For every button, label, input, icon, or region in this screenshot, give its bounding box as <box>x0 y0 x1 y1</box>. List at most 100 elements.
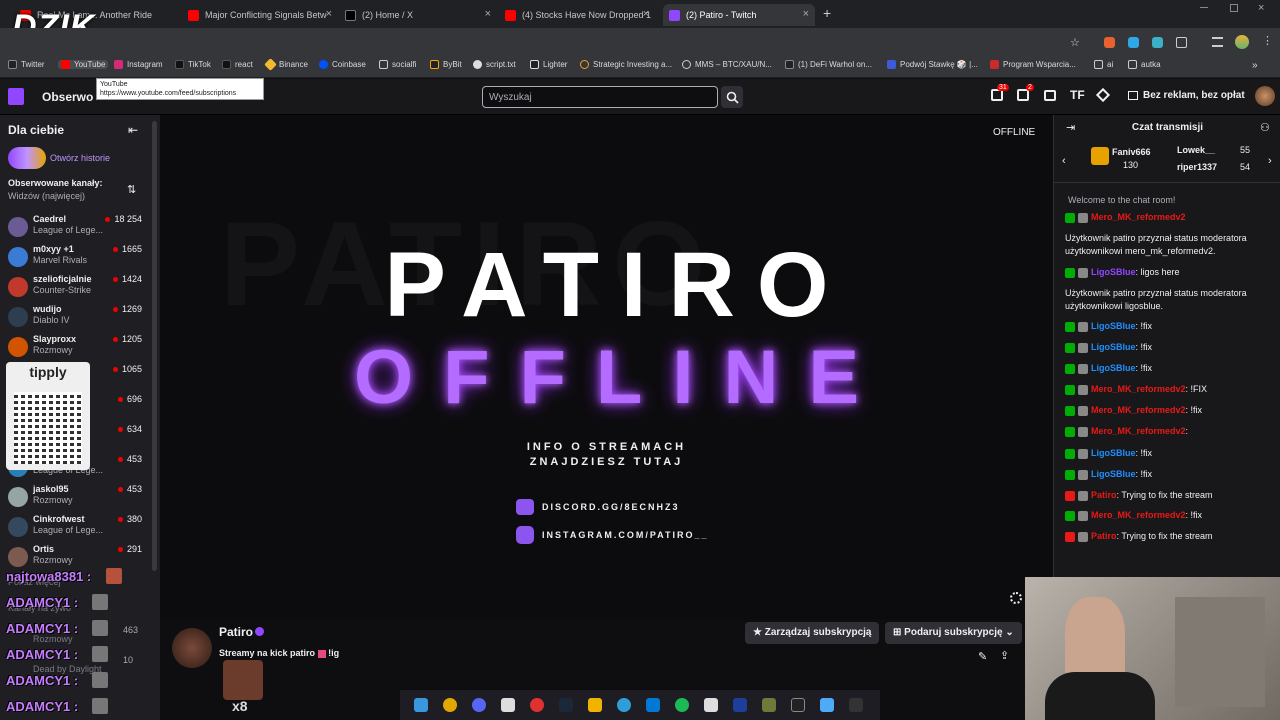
app-icon[interactable] <box>849 698 863 712</box>
app-icon[interactable] <box>530 698 544 712</box>
close-icon[interactable]: × <box>643 8 649 20</box>
more-bookmarks-icon[interactable]: » <box>1252 60 1258 71</box>
search-input[interactable]: Wyszukaj <box>482 86 718 108</box>
extension-icon[interactable] <box>1152 37 1163 48</box>
app-icon[interactable] <box>501 698 515 712</box>
more-icon[interactable]: ⋮ <box>1262 34 1273 47</box>
extension-icon[interactable] <box>1104 37 1115 48</box>
user-avatar[interactable] <box>1255 86 1275 106</box>
close-icon[interactable]: × <box>803 8 809 20</box>
chat-username[interactable]: LigoSBlue <box>1091 267 1136 277</box>
bookmark-twitter[interactable]: Twitter <box>8 60 45 69</box>
bookmark-coinbase[interactable]: Coinbase <box>319 60 366 69</box>
bookmark-podwoj[interactable]: Podwój Stawkę 🎲 |... <box>887 60 978 69</box>
bits-icon[interactable]: TF <box>1070 88 1085 102</box>
chat-username[interactable]: Patiro <box>1091 490 1117 500</box>
close-icon[interactable]: × <box>326 8 332 20</box>
chat-username[interactable]: Mero_MK_reformedv2 <box>1091 384 1186 394</box>
tab-twitch-patiro[interactable]: (2) Patiro - Twitch × <box>663 4 815 26</box>
sidebar-scrollbar[interactable] <box>152 121 157 571</box>
discord-icon[interactable] <box>472 698 486 712</box>
bookmark-ai[interactable]: ai <box>1094 60 1113 69</box>
close-icon[interactable]: × <box>485 8 491 20</box>
bookmark-tiktok[interactable]: TikTok <box>175 60 211 69</box>
chat-username[interactable]: LigoSBlue <box>1091 363 1136 373</box>
chat-users-icon[interactable]: ⚇ <box>1260 121 1270 134</box>
bookmark-autka[interactable]: autka <box>1128 60 1161 69</box>
chat-username[interactable]: LigoSBlue <box>1091 321 1136 331</box>
sidebar-channel[interactable]: jaskol95 Rozmowy 453 <box>0 483 150 513</box>
bookmark-youtube[interactable]: YouTube <box>58 60 109 69</box>
chat-username[interactable]: Mero_MK_reformedv2 <box>1091 405 1186 415</box>
edit-icon[interactable]: ✎ <box>978 650 987 663</box>
settings-gear-icon[interactable] <box>1010 592 1022 604</box>
sidebar-channel[interactable]: Cinkrofwest League of Lege... 380 <box>0 513 150 543</box>
channel-name[interactable]: Patiro <box>219 625 253 639</box>
bookmark-bybit[interactable]: ByBit <box>430 60 462 69</box>
nav-following[interactable]: Obserwo <box>42 90 93 104</box>
star-icon[interactable]: ☆ <box>1070 36 1080 49</box>
sidebar-channel[interactable]: m0xyy +1 Marvel Rivals 1665 <box>0 243 150 273</box>
video-player[interactable]: PATIRO OFFLINE PATIRO OFFLINE INFO O STR… <box>160 115 1053 620</box>
extension-icon[interactable] <box>1128 37 1139 48</box>
windows-start-icon[interactable] <box>414 698 428 712</box>
collapse-icon[interactable]: ⇤ <box>128 123 138 137</box>
sidebar-channel[interactable]: Caedrel League of Lege... 18 254 <box>0 213 150 243</box>
bookmark-script[interactable]: script.txt <box>473 60 516 69</box>
chat-username[interactable]: LigoSBlue <box>1091 342 1136 352</box>
bookmark-label: Lighter <box>543 60 568 69</box>
maximize-icon[interactable] <box>1230 4 1238 12</box>
bookmark-program[interactable]: Program Wsparcia... <box>990 60 1076 69</box>
bookmark-strategic[interactable]: Strategic Investing a... <box>580 60 672 69</box>
search-button[interactable] <box>721 86 743 108</box>
notepad-icon[interactable] <box>820 698 834 712</box>
sort-icon[interactable]: ⇅ <box>127 183 136 196</box>
menu-icon[interactable] <box>1212 37 1223 47</box>
whispers-icon[interactable] <box>1044 90 1056 101</box>
profile-avatar[interactable] <box>1235 35 1249 49</box>
chat-username[interactable]: LigoSBlue <box>1091 448 1136 458</box>
gift-subscription-button[interactable]: ⊞ Podaruj subskrypcję ⌄ <box>885 622 1022 644</box>
app-icon[interactable] <box>762 698 776 712</box>
tab-stocks[interactable]: (4) Stocks Have Now Dropped 1 × <box>505 4 655 26</box>
chat-username[interactable]: Mero_MK_reformedv2 <box>1091 510 1186 520</box>
sidebar-channel[interactable]: Slayproxx Rozmowy 1205 <box>0 333 150 363</box>
crown-icon[interactable] <box>1095 87 1111 103</box>
chat-username[interactable]: LigoSBlue <box>1091 469 1136 479</box>
tab-x-home[interactable]: (2) Home / X × <box>345 4 497 26</box>
chevron-left-icon[interactable]: ‹ <box>1062 155 1066 167</box>
bookmark-lighter[interactable]: Lighter <box>530 60 567 69</box>
steam-icon[interactable] <box>559 698 573 712</box>
terminal-icon[interactable] <box>791 698 805 712</box>
share-icon[interactable]: ⇪ <box>1000 649 1009 662</box>
tab-major-signals[interactable]: Major Conflicting Signals Betw × <box>188 4 338 26</box>
chat-username[interactable]: Patiro <box>1091 531 1117 541</box>
puzzle-icon[interactable] <box>1176 37 1187 48</box>
chrome-icon[interactable] <box>443 698 457 712</box>
twitch-logo-icon[interactable] <box>8 88 24 105</box>
bookmark-defi[interactable]: (1) DeFi Warhol on... <box>785 60 872 69</box>
app-icon[interactable] <box>704 698 718 712</box>
bookmark-instagram[interactable]: Instagram <box>114 60 163 69</box>
bookmark-react[interactable]: react <box>222 60 253 69</box>
channel-avatar[interactable] <box>172 628 212 668</box>
chat-username[interactable]: Mero_MK_reformedv2 <box>1091 426 1186 436</box>
app-icon[interactable] <box>646 698 660 712</box>
new-tab-button[interactable]: + <box>823 5 831 21</box>
window-close-icon[interactable]: × <box>1258 2 1264 14</box>
open-history-link[interactable]: Otwórz historie <box>50 153 110 163</box>
minimize-icon[interactable] <box>1200 7 1208 8</box>
manage-subscription-button[interactable]: ★ Zarządzaj subskrypcją <box>745 622 880 644</box>
bookmark-socialfi[interactable]: socialfi <box>379 60 416 69</box>
chat-username[interactable]: Mero_MK_reformedv2 <box>1091 212 1186 222</box>
bookmark-binance[interactable]: Binance <box>264 58 308 71</box>
app-icon[interactable] <box>617 698 631 712</box>
bookmark-mms[interactable]: MMS – BTC/XAU/N... <box>682 60 772 69</box>
sidebar-channel[interactable]: wudijo Diablo IV 1269 <box>0 303 150 333</box>
no-ads-button[interactable]: Bez reklam, bez opłat <box>1128 90 1245 101</box>
app-icon[interactable] <box>733 698 747 712</box>
folder-icon[interactable] <box>588 698 602 712</box>
spotify-icon[interactable] <box>675 698 689 712</box>
sidebar-channel[interactable]: szelioficjalnie Counter-Strike 1424 <box>0 273 150 303</box>
chevron-right-icon[interactable]: › <box>1268 155 1272 167</box>
